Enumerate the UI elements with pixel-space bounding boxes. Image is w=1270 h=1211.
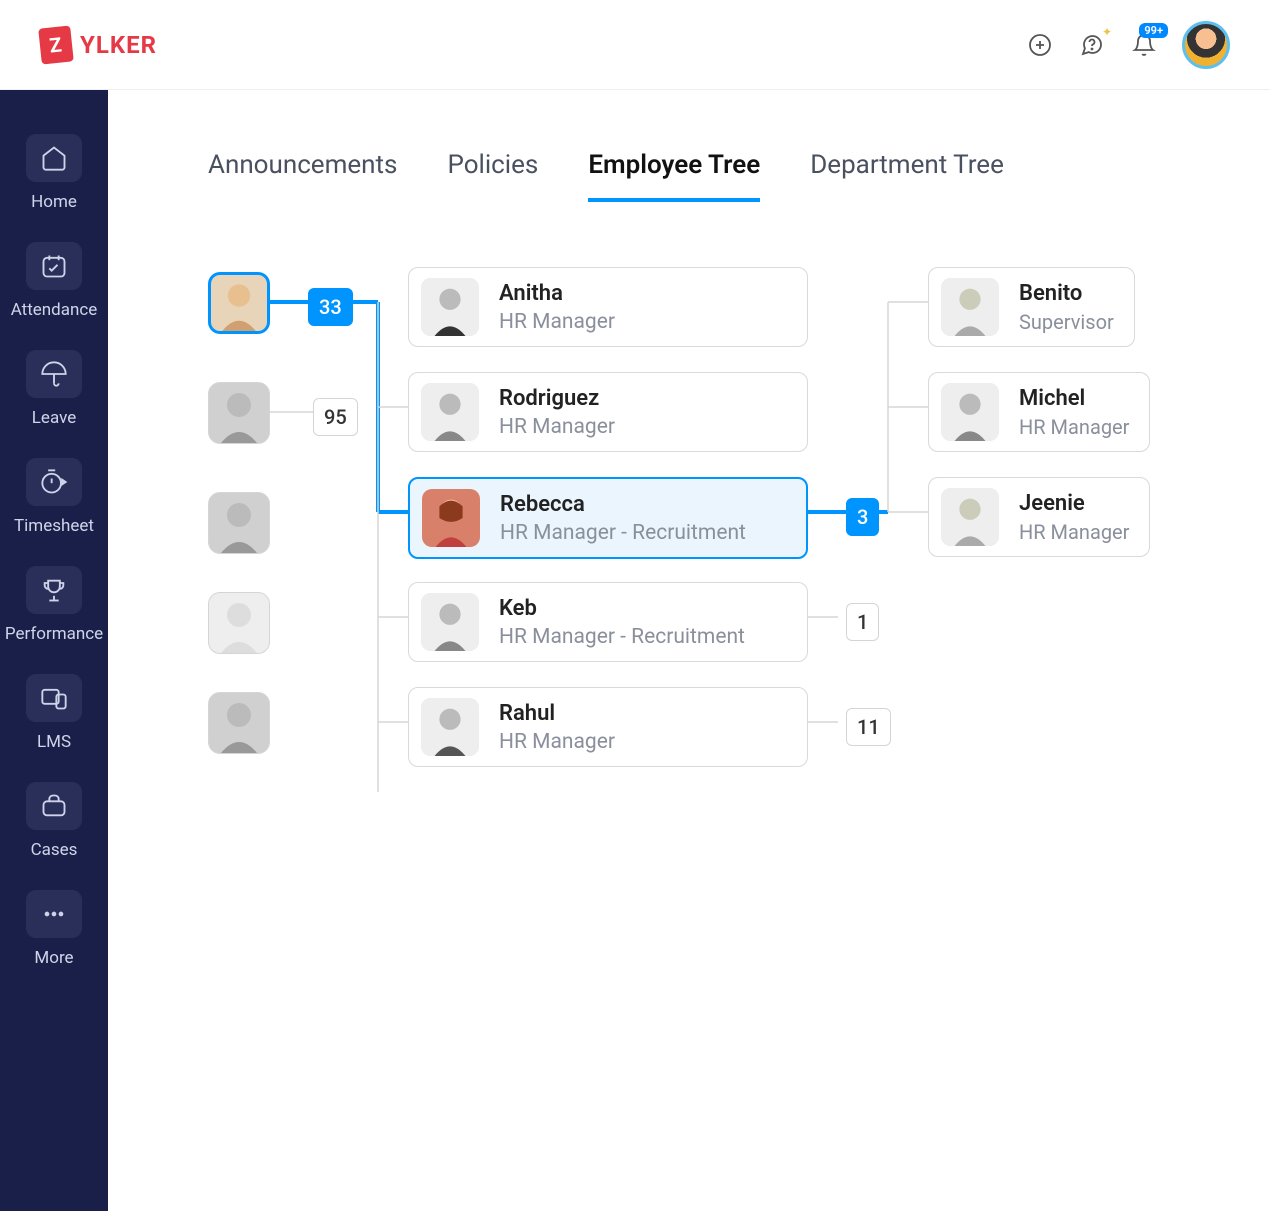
tree-sibling-avatar[interactable] bbox=[208, 692, 270, 754]
header: Z YLKER ✦ 99+ bbox=[0, 0, 1270, 90]
employee-card[interactable]: Rahul HR Manager bbox=[408, 687, 808, 767]
logo[interactable]: Z YLKER bbox=[40, 27, 157, 63]
sidebar-item-label: More bbox=[34, 948, 73, 968]
sidebar-item-label: Timesheet bbox=[14, 516, 94, 536]
employee-tree: 33 95 Anitha HR Manager Rodriguez HR bbox=[108, 222, 1270, 282]
employee-avatar bbox=[941, 278, 999, 336]
calendar-icon bbox=[26, 242, 82, 290]
tab-bar: Announcements Policies Employee Tree Dep… bbox=[108, 90, 1270, 222]
timer-icon bbox=[26, 458, 82, 506]
add-button[interactable] bbox=[1026, 31, 1054, 59]
employee-card[interactable]: Benito Supervisor bbox=[928, 267, 1135, 347]
tab-policies[interactable]: Policies bbox=[447, 150, 538, 202]
header-actions: ✦ 99+ bbox=[1026, 21, 1230, 69]
employee-count-chip[interactable]: 11 bbox=[846, 708, 891, 746]
employee-avatar bbox=[421, 278, 479, 336]
tab-department-tree[interactable]: Department Tree bbox=[810, 150, 1004, 202]
tab-announcements[interactable]: Announcements bbox=[208, 150, 397, 202]
employee-name: Rahul bbox=[499, 701, 615, 726]
tree-sibling-avatar[interactable] bbox=[208, 492, 270, 554]
employee-role: HR Manager bbox=[499, 310, 615, 334]
logo-badge: Z bbox=[38, 25, 74, 64]
sidebar-item-label: Performance bbox=[5, 624, 103, 644]
sidebar-item-performance[interactable]: Performance bbox=[9, 552, 99, 652]
help-button[interactable]: ✦ bbox=[1078, 31, 1106, 59]
employee-role: HR Manager bbox=[499, 730, 615, 754]
sidebar-item-label: Leave bbox=[32, 408, 76, 428]
employee-name: Rodriguez bbox=[499, 386, 615, 411]
briefcase-icon bbox=[26, 782, 82, 830]
sidebar-item-timesheet[interactable]: Timesheet bbox=[9, 444, 99, 544]
sidebar-item-lms[interactable]: LMS bbox=[9, 660, 99, 760]
notification-badge: 99+ bbox=[1139, 23, 1168, 38]
tree-connectors bbox=[108, 222, 1270, 1122]
employee-name: Benito bbox=[1019, 281, 1114, 306]
notification-button[interactable]: 99+ bbox=[1130, 31, 1158, 59]
employee-count-chip[interactable]: 3 bbox=[846, 498, 879, 536]
employee-role: HR Manager bbox=[1019, 415, 1129, 439]
employee-count-chip[interactable]: 1 bbox=[846, 603, 879, 641]
home-icon bbox=[26, 134, 82, 182]
tree-sibling-avatar[interactable] bbox=[208, 382, 270, 444]
sidebar-item-attendance[interactable]: Attendance bbox=[9, 228, 99, 328]
profile-avatar[interactable] bbox=[1182, 21, 1230, 69]
employee-avatar bbox=[941, 488, 999, 546]
main-content: Announcements Policies Employee Tree Dep… bbox=[108, 90, 1270, 1211]
tab-employee-tree[interactable]: Employee Tree bbox=[588, 150, 760, 202]
sibling-count-chip[interactable]: 95 bbox=[313, 398, 358, 436]
employee-card[interactable]: Anitha HR Manager bbox=[408, 267, 808, 347]
sidebar-item-more[interactable]: More bbox=[9, 876, 99, 976]
sidebar-item-label: Cases bbox=[31, 840, 78, 860]
employee-card[interactable]: Rodriguez HR Manager bbox=[408, 372, 808, 452]
employee-avatar bbox=[422, 489, 480, 547]
tree-root-avatar[interactable] bbox=[208, 272, 270, 334]
employee-name: Anitha bbox=[499, 281, 615, 306]
employee-name: Michel bbox=[1019, 386, 1129, 411]
employee-role: Supervisor bbox=[1019, 310, 1114, 334]
employee-role: HR Manager - Recruitment bbox=[499, 625, 745, 649]
sidebar-item-home[interactable]: Home bbox=[9, 120, 99, 220]
sidebar-item-leave[interactable]: Leave bbox=[9, 336, 99, 436]
employee-avatar bbox=[941, 383, 999, 441]
root-count-chip[interactable]: 33 bbox=[308, 288, 353, 326]
logo-text: YLKER bbox=[80, 31, 157, 59]
sidebar-item-label: Attendance bbox=[11, 300, 98, 320]
umbrella-icon bbox=[26, 350, 82, 398]
sidebar-item-label: Home bbox=[31, 192, 77, 212]
sparkle-icon: ✦ bbox=[1102, 25, 1112, 39]
sidebar-item-cases[interactable]: Cases bbox=[9, 768, 99, 868]
trophy-icon bbox=[26, 566, 82, 614]
sidebar: Home Attendance Leave Timesheet Performa… bbox=[0, 90, 108, 1211]
sidebar-item-label: LMS bbox=[37, 732, 71, 752]
employee-role: HR Manager - Recruitment bbox=[500, 521, 746, 545]
tree-sibling-avatar-empty[interactable] bbox=[208, 592, 270, 654]
devices-icon bbox=[26, 674, 82, 722]
employee-role: HR Manager bbox=[499, 415, 615, 439]
employee-avatar bbox=[421, 593, 479, 651]
employee-card[interactable]: Keb HR Manager - Recruitment bbox=[408, 582, 808, 662]
employee-card[interactable]: Jeenie HR Manager bbox=[928, 477, 1150, 557]
employee-name: Jeenie bbox=[1019, 491, 1129, 516]
employee-role: HR Manager bbox=[1019, 520, 1129, 544]
employee-avatar bbox=[421, 383, 479, 441]
more-icon bbox=[26, 890, 82, 938]
employee-name: Keb bbox=[499, 596, 745, 621]
employee-card-selected[interactable]: Rebecca HR Manager - Recruitment bbox=[408, 477, 808, 559]
employee-avatar bbox=[421, 698, 479, 756]
employee-card[interactable]: Michel HR Manager bbox=[928, 372, 1150, 452]
employee-name: Rebecca bbox=[500, 492, 746, 517]
